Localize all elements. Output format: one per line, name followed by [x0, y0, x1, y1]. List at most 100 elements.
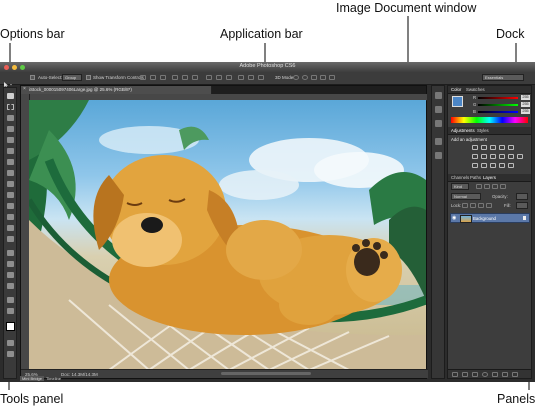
selective-color-icon[interactable] [508, 163, 514, 168]
character-panel-icon[interactable] [435, 138, 442, 145]
align-left-icon[interactable] [172, 75, 178, 80]
threshold-icon[interactable] [490, 163, 496, 168]
new-group-icon[interactable] [492, 371, 498, 377]
dodge-tool-icon[interactable] [7, 236, 14, 242]
blur-tool-icon[interactable] [7, 225, 14, 231]
path-selection-tool-icon[interactable] [7, 272, 14, 278]
distribute-hcenter-icon[interactable] [248, 75, 254, 80]
black-white-icon[interactable] [490, 154, 496, 159]
layer-style-icon[interactable] [462, 371, 468, 377]
layer-visibility-eye-icon[interactable]: ◉ [452, 215, 456, 221]
gradient-tool-icon[interactable] [7, 214, 14, 220]
zoom-tool-icon[interactable] [7, 308, 14, 314]
3d-roll-icon[interactable] [302, 75, 308, 80]
new-layer-icon[interactable] [502, 371, 508, 377]
document-tab[interactable]: × iStock_000015097406Large.jpg @ 25.6% (… [21, 86, 212, 94]
filter-type-icon[interactable] [492, 184, 498, 189]
lock-position-icon[interactable] [478, 203, 484, 208]
tab-adjustments[interactable]: Adjustments [451, 128, 475, 133]
color-lookup-icon[interactable] [517, 154, 523, 159]
move-tool-preset-icon[interactable] [3, 75, 13, 88]
type-tool-icon[interactable] [7, 261, 14, 267]
distribute-vcenter-icon[interactable] [216, 75, 222, 80]
align-hcenter-icon[interactable] [182, 75, 188, 80]
curves-icon[interactable] [490, 145, 496, 150]
hue-saturation-icon[interactable] [472, 154, 478, 159]
blue-slider[interactable] [478, 111, 518, 113]
opacity-field[interactable] [516, 193, 528, 200]
posterize-icon[interactable] [481, 163, 487, 168]
blue-value[interactable]: 255 [521, 109, 530, 114]
new-adjustment-layer-icon[interactable] [482, 371, 488, 377]
history-brush-tool-icon[interactable] [7, 192, 14, 198]
shape-tool-icon[interactable] [7, 283, 14, 289]
filter-adjustment-icon[interactable] [484, 184, 490, 189]
filter-shape-icon[interactable] [500, 184, 506, 189]
quick-mask-icon[interactable] [7, 340, 14, 346]
gradient-map-icon[interactable] [499, 163, 505, 168]
brightness-contrast-icon[interactable] [472, 145, 478, 150]
align-right-icon[interactable] [192, 75, 198, 80]
layer-kind-filter[interactable]: Kind [451, 183, 469, 190]
image-canvas[interactable] [29, 100, 426, 370]
eyedropper-tool-icon[interactable] [7, 148, 14, 154]
healing-brush-tool-icon[interactable] [7, 159, 14, 165]
tab-channels[interactable]: Channels [451, 175, 469, 180]
align-vcenter-icon[interactable] [150, 75, 156, 80]
invert-icon[interactable] [472, 163, 478, 168]
vibrance-icon[interactable] [508, 145, 514, 150]
clone-stamp-tool-icon[interactable] [7, 181, 14, 187]
workspace-switcher[interactable]: Essentials [482, 74, 524, 81]
distribute-right-icon[interactable] [258, 75, 264, 80]
lock-all-icon[interactable] [486, 203, 492, 208]
hand-tool-icon[interactable] [7, 297, 14, 303]
marquee-tool-icon[interactable] [7, 104, 14, 110]
levels-icon[interactable] [481, 145, 487, 150]
history-panel-icon[interactable] [435, 92, 442, 99]
filter-pixel-icon[interactable] [476, 184, 482, 189]
lock-image-icon[interactable] [470, 203, 476, 208]
tab-mini-bridge[interactable]: Mini Bridge [20, 376, 45, 381]
channel-mixer-icon[interactable] [508, 154, 514, 159]
quick-selection-tool-icon[interactable] [7, 126, 14, 132]
auto-select-checkbox[interactable] [30, 75, 35, 80]
pen-tool-icon[interactable] [7, 250, 14, 256]
auto-select-dropdown[interactable]: Group [62, 74, 82, 81]
red-slider[interactable] [478, 97, 518, 99]
lock-transparent-icon[interactable] [462, 203, 468, 208]
3d-rotate-icon[interactable] [293, 75, 299, 80]
photo-filter-icon[interactable] [499, 154, 505, 159]
3d-pan-icon[interactable] [311, 75, 317, 80]
layer-row-background[interactable]: ◉ Background [450, 213, 530, 223]
delete-layer-icon[interactable] [512, 371, 518, 377]
tab-styles[interactable]: Styles [477, 128, 489, 133]
paragraph-panel-icon[interactable] [435, 152, 442, 159]
distribute-left-icon[interactable] [238, 75, 244, 80]
fill-field[interactable] [516, 202, 528, 209]
3d-scale-icon[interactable] [329, 75, 335, 80]
move-tool-icon[interactable] [7, 93, 14, 99]
show-transform-checkbox[interactable] [86, 75, 91, 80]
distribute-top-icon[interactable] [206, 75, 212, 80]
align-bottom-icon[interactable] [160, 75, 166, 80]
horizontal-scrollbar[interactable] [221, 372, 311, 375]
tab-color[interactable]: Color [451, 87, 461, 92]
green-value[interactable]: 255 [521, 102, 530, 107]
lasso-tool-icon[interactable] [7, 115, 14, 121]
info-panel-icon[interactable] [435, 120, 442, 127]
crop-tool-icon[interactable] [7, 137, 14, 143]
foreground-color-swatch[interactable] [6, 322, 15, 331]
screen-mode-icon[interactable] [7, 351, 14, 357]
close-document-icon[interactable]: × [23, 86, 26, 92]
brush-tool-icon[interactable] [7, 170, 14, 176]
exposure-icon[interactable] [499, 145, 505, 150]
color-balance-icon[interactable] [481, 154, 487, 159]
tab-paths[interactable]: Paths [470, 175, 481, 180]
color-spectrum-ramp[interactable] [451, 117, 528, 123]
tab-timeline[interactable]: Timeline [44, 376, 63, 381]
properties-panel-icon[interactable] [435, 106, 442, 113]
link-layers-icon[interactable] [452, 371, 458, 377]
distribute-bottom-icon[interactable] [226, 75, 232, 80]
foreground-color-preview[interactable] [452, 96, 463, 107]
tab-swatches[interactable]: Swatches [466, 87, 485, 92]
